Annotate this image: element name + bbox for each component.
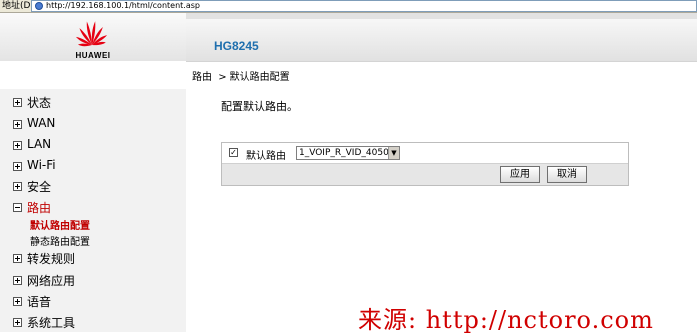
sidebar-item-label: Wi-Fi (27, 158, 56, 172)
page-icon (35, 2, 43, 10)
sidebar-item-forward-rules[interactable]: 转发规则 (13, 248, 186, 268)
sidebar-item-label: 系统工具 (27, 316, 76, 330)
sidebar-item-wan[interactable]: WAN (13, 114, 186, 134)
logo-area: HUAWEI (0, 13, 186, 61)
left-gap (0, 61, 186, 89)
address-input[interactable]: http://192.168.100.1/html/content.asp (31, 0, 697, 12)
logo-text: HUAWEI (75, 51, 111, 60)
default-route-label: 默认路由 (246, 151, 286, 162)
address-label: 地址(D) (2, 1, 34, 11)
breadcrumb-section: 路由 (192, 72, 212, 83)
address-url: http://192.168.100.1/html/content.asp (46, 1, 200, 10)
expand-plus-icon (13, 120, 22, 129)
sidebar-item-security[interactable]: 安全 (13, 176, 186, 196)
cancel-button[interactable]: 取消 (547, 166, 587, 183)
expand-plus-icon (13, 254, 22, 263)
header-divider (186, 61, 697, 62)
sidebar-item-label: 网络应用 (27, 274, 76, 288)
expand-plus-icon (13, 297, 22, 306)
sidebar-subitem-static-route[interactable]: 静态路由配置 (30, 233, 90, 248)
sidebar-item-system-tools[interactable]: 系统工具 (13, 312, 186, 332)
default-route-panel: ✓ 默认路由 1_VOIP_R_VID_4050 ▼ 应用 取消 (221, 142, 629, 186)
sidebar-item-route[interactable]: 路由 (13, 197, 186, 217)
expand-plus-icon (13, 141, 22, 150)
wan-select-value: 1_VOIP_R_VID_4050 (299, 148, 389, 158)
sidebar-item-label: 状态 (27, 96, 52, 110)
watermark: 来源: http://nctoro.com (358, 306, 654, 334)
product-name: HG8245 (214, 39, 259, 53)
page-description: 配置默认路由。 (221, 100, 298, 113)
huawei-logo-icon (75, 21, 108, 47)
sidebar-item-label: 语音 (27, 295, 52, 309)
sidebar-nav: 状态 WAN LAN Wi-Fi 安全 路由 默认路由配置 静态路由配置 转发规… (0, 89, 186, 332)
expand-plus-icon (13, 98, 22, 107)
address-bar: 地址(D) http://192.168.100.1/html/content.… (0, 0, 697, 13)
expand-plus-icon (13, 276, 22, 285)
default-route-checkbox[interactable]: ✓ (229, 148, 238, 157)
sidebar-item-label: LAN (27, 137, 52, 151)
collapse-minus-icon (13, 203, 22, 212)
sidebar-item-status[interactable]: 状态 (13, 92, 186, 112)
sidebar-item-label: 路由 (27, 201, 52, 215)
dropdown-arrow-icon[interactable]: ▼ (388, 147, 399, 159)
breadcrumb-page: 默认路由配置 (229, 72, 290, 83)
wan-connection-select[interactable]: 1_VOIP_R_VID_4050 ▼ (296, 146, 400, 160)
sidebar-item-label: 转发规则 (27, 252, 76, 266)
expand-plus-icon (13, 182, 22, 191)
expand-plus-icon (13, 318, 22, 327)
apply-button[interactable]: 应用 (500, 166, 540, 183)
sidebar-item-wifi[interactable]: Wi-Fi (13, 156, 186, 176)
header: HG8245 (186, 19, 697, 61)
sidebar-item-voice[interactable]: 语音 (13, 291, 186, 311)
expand-plus-icon (13, 162, 22, 171)
sidebar-item-lan[interactable]: LAN (13, 135, 186, 155)
sidebar-item-network-apps[interactable]: 网络应用 (13, 270, 186, 290)
breadcrumb-separator: > (218, 72, 227, 83)
sidebar-subitem-default-route[interactable]: 默认路由配置 (30, 217, 90, 232)
default-route-row: ✓ 默认路由 1_VOIP_R_VID_4050 ▼ (222, 143, 628, 164)
sidebar-item-label: WAN (27, 116, 56, 130)
breadcrumb: 路由 > 默认路由配置 (192, 68, 290, 83)
sidebar-item-label: 安全 (27, 180, 52, 194)
